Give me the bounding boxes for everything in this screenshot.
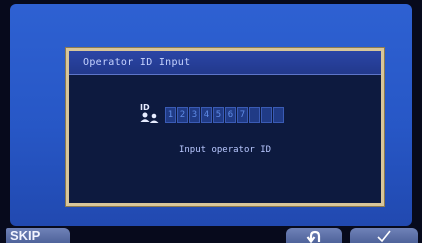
dialog-title: Operator ID Input: [83, 57, 191, 68]
operator-id-icon: ID: [139, 103, 161, 127]
id-digit-cell[interactable]: 7: [237, 107, 248, 123]
instruction-text: Input operator ID: [178, 145, 272, 155]
operator-id-dialog: Operator ID Input ID 1 2 3 4 5 6 7 Input…: [65, 47, 385, 207]
id-digit-cell[interactable]: 3: [189, 107, 200, 123]
id-digit-cell[interactable]: [249, 107, 260, 123]
id-digit-cell[interactable]: 2: [177, 107, 188, 123]
id-digit-cell[interactable]: 1: [165, 107, 176, 123]
skip-button[interactable]: SKIP: [6, 228, 70, 243]
display-panel: Operator ID Input ID 1 2 3 4 5 6 7 Input…: [10, 4, 412, 226]
id-digit-cell[interactable]: 6: [225, 107, 236, 123]
id-digit-cell[interactable]: 4: [201, 107, 212, 123]
id-digit-cell[interactable]: [273, 107, 284, 123]
id-digit-fields[interactable]: 1 2 3 4 5 6 7: [165, 107, 285, 123]
return-arrow-icon: [306, 230, 321, 243]
id-digit-cell[interactable]: [261, 107, 272, 123]
device-screen: Operator ID Input ID 1 2 3 4 5 6 7 Input…: [0, 0, 422, 243]
dialog-titlebar: Operator ID Input: [69, 51, 381, 75]
ok-button[interactable]: [350, 228, 418, 243]
id-digit-cell[interactable]: 5: [213, 107, 224, 123]
id-input-row[interactable]: ID 1 2 3 4 5 6 7: [139, 103, 285, 127]
checkmark-icon: [377, 230, 391, 243]
return-button[interactable]: [286, 228, 342, 243]
